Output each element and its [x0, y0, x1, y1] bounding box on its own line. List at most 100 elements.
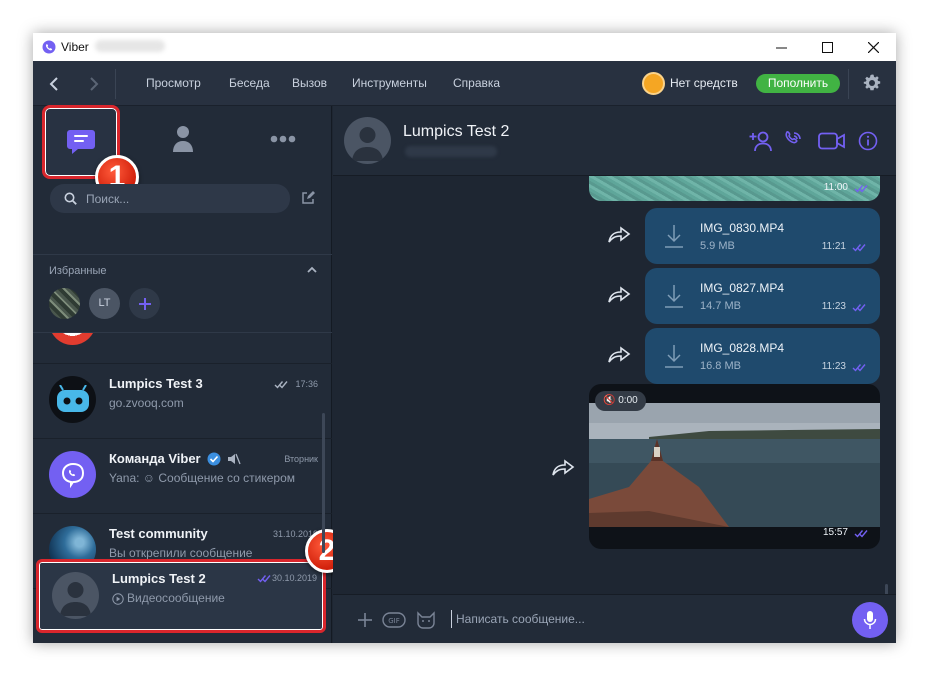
file-message[interactable]: IMG_0828.MP4 16.8 MB 11:23	[645, 328, 880, 384]
svg-text:GIF: GIF	[388, 617, 400, 625]
voice-message-button[interactable]	[852, 602, 888, 638]
video-message[interactable]: 🔇 0:00 15:57	[589, 384, 880, 549]
avatar[interactable]	[344, 117, 391, 164]
search-input[interactable]	[86, 190, 282, 207]
message-time: 11:21	[821, 241, 846, 252]
close-button[interactable]	[850, 33, 896, 61]
download-icon[interactable]	[663, 283, 685, 309]
search-box[interactable]	[50, 184, 290, 213]
message-time: 11:00	[823, 182, 848, 193]
speaker-muted-icon: 🔇	[603, 395, 616, 406]
video-call-button[interactable]	[817, 128, 847, 154]
download-icon[interactable]	[663, 343, 685, 369]
info-button[interactable]	[855, 128, 881, 154]
chevron-left-icon	[49, 76, 58, 91]
chat-name: Команда Viber	[109, 451, 201, 466]
settings-button[interactable]	[860, 71, 884, 95]
divider	[33, 254, 332, 255]
avatar	[52, 572, 99, 619]
menu-separator	[115, 69, 116, 99]
favorite-avatar[interactable]	[49, 288, 80, 319]
voice-call-button[interactable]	[780, 128, 806, 154]
minimize-button[interactable]	[758, 33, 804, 61]
gif-icon: GIF	[382, 612, 406, 628]
video-mute-indicator[interactable]: 🔇 0:00	[595, 391, 646, 411]
forward-button[interactable]	[75, 61, 113, 106]
viber-window: Viber Просмотр Беседа Вызов Инструменты …	[33, 33, 896, 643]
file-name: IMG_0827.MP4	[700, 281, 785, 295]
compose-icon[interactable]	[301, 191, 315, 205]
chat-subtitle: Вы открепили сообщение	[109, 546, 253, 560]
double-check-icon	[852, 304, 866, 312]
more-dots-icon	[270, 135, 296, 142]
microphone-icon	[863, 611, 877, 629]
chat-item-lumpics-test-3[interactable]: Lumpics Test 3 go.zvooq.com 17:36	[33, 364, 332, 439]
balance-avatar-icon	[642, 72, 665, 95]
menu-conversation[interactable]: Беседа	[229, 76, 270, 90]
video-camera-icon	[818, 132, 845, 150]
menu-bar: Просмотр Беседа Вызов Инструменты Справк…	[33, 61, 896, 106]
double-check-icon	[854, 530, 868, 538]
file-name: IMG_0828.MP4	[700, 341, 785, 355]
file-message[interactable]: IMG_0830.MP4 5.9 MB 11:21	[645, 208, 880, 264]
download-icon[interactable]	[663, 223, 685, 249]
left-panel: 1 Избранные LT	[33, 105, 349, 643]
phone-icon	[785, 131, 801, 144]
menu-separator	[848, 69, 849, 99]
message-list: 11:00 IMG_0830.MP4 5.9 MB 11:21 IMG_0827…	[333, 176, 896, 594]
chat-item-viber-team[interactable]: Команда Viber Yana: ☺ Сообщение со стике…	[33, 439, 332, 514]
chat-item-lumpics-test-2[interactable]: Lumpics Test 2 30.10.2019 Видеосообщение	[36, 559, 326, 633]
file-message[interactable]: IMG_0827.MP4 14.7 MB 11:23	[645, 268, 880, 324]
chevron-up-icon[interactable]	[307, 266, 317, 273]
forward-icon[interactable]	[607, 286, 631, 304]
file-size: 16.8 MB	[700, 360, 741, 372]
topup-button[interactable]: Пополнить	[756, 74, 840, 93]
menu-tools[interactable]: Инструменты	[352, 76, 427, 90]
viber-avatar-icon	[49, 451, 96, 498]
minimize-icon	[775, 47, 787, 48]
chat-time: 30.10.2019	[271, 573, 317, 583]
file-name: IMG_0830.MP4	[700, 221, 785, 235]
back-button[interactable]	[35, 61, 73, 106]
forward-icon[interactable]	[607, 226, 631, 244]
double-check-icon	[257, 575, 271, 583]
add-person-icon	[749, 131, 772, 152]
double-check-icon	[854, 185, 868, 193]
add-participant-button[interactable]	[748, 128, 774, 154]
message-input[interactable]	[451, 610, 831, 628]
muted-icon	[228, 453, 241, 465]
maximize-button[interactable]	[804, 33, 850, 61]
window-title: Viber	[61, 40, 89, 54]
chat-subtitle: Yana: ☺ Сообщение со стикером	[109, 471, 296, 485]
gear-icon	[863, 74, 881, 91]
image-message[interactable]: 11:00	[589, 176, 880, 201]
verified-badge-icon	[207, 452, 221, 466]
favorites-label: Избранные	[49, 265, 107, 277]
attach-button[interactable]	[354, 609, 376, 631]
chat-name: Lumpics Test 3	[109, 376, 203, 391]
message-composer: GIF	[333, 594, 896, 643]
menu-call[interactable]: Вызов	[292, 76, 327, 90]
conversation-subtitle-blurred	[405, 146, 497, 157]
chat-time: Вторник	[284, 454, 318, 464]
favorite-avatar-initials[interactable]: LT	[89, 288, 120, 319]
chat-list-scrollbar[interactable]	[322, 413, 325, 553]
gif-button[interactable]: GIF	[381, 609, 407, 631]
file-size: 5.9 MB	[700, 240, 735, 252]
add-favorite-button[interactable]	[129, 288, 160, 319]
video-thumbnail	[589, 403, 880, 527]
chat-name: Lumpics Test 2	[112, 571, 206, 586]
viber-logo-icon	[42, 40, 56, 54]
tab-contacts[interactable]	[143, 106, 223, 171]
divider	[33, 332, 332, 333]
menu-view[interactable]: Просмотр	[146, 76, 201, 90]
menu-help[interactable]: Справка	[453, 76, 500, 90]
tab-more[interactable]	[243, 106, 323, 171]
search-icon	[64, 192, 77, 205]
sticker-button[interactable]	[415, 609, 437, 631]
window-subtitle-blurred	[95, 40, 165, 52]
forward-icon[interactable]	[551, 459, 575, 477]
plus-icon	[138, 297, 151, 310]
chat-subtitle: Видеосообщение	[127, 591, 225, 605]
forward-icon[interactable]	[607, 346, 631, 364]
